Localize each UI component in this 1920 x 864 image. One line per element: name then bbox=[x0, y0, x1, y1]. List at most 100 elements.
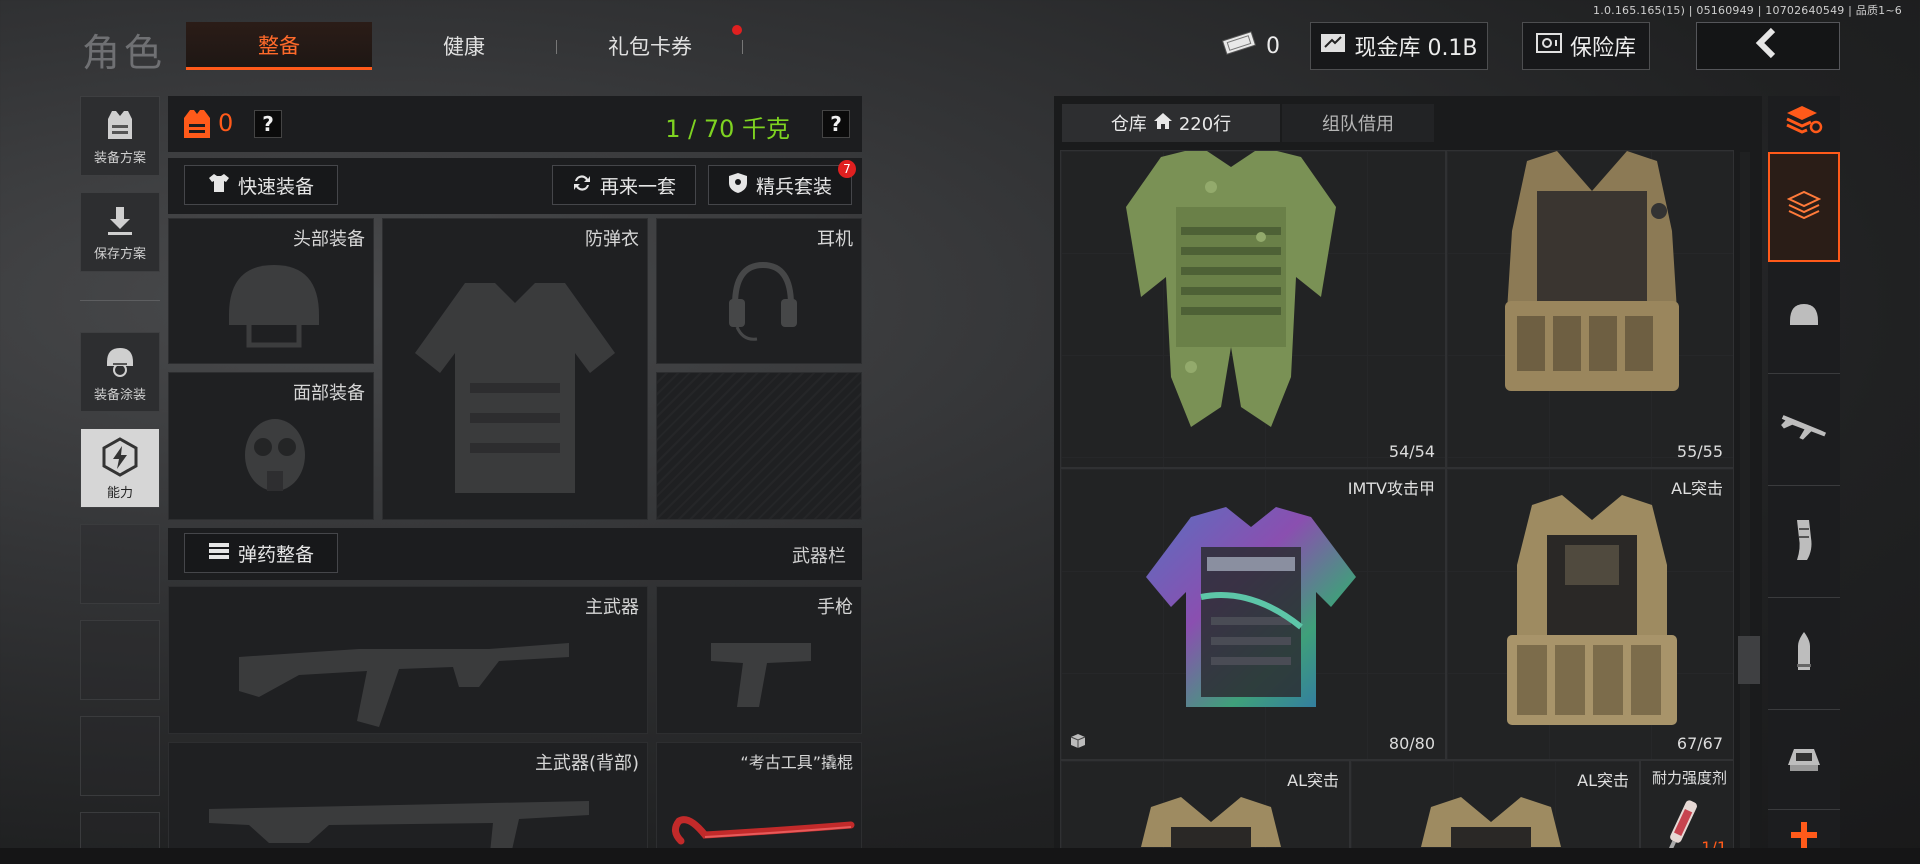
team-borrow-label: 组队借用 bbox=[1322, 114, 1394, 135]
tab-team-borrow[interactable]: 组队借用 bbox=[1282, 104, 1434, 142]
item-name: 耐力强度剂 bbox=[1651, 769, 1727, 787]
quick-equip-button[interactable]: 快速装备 bbox=[184, 165, 338, 205]
tab-label: 整备 bbox=[258, 33, 300, 58]
gas-mask-icon bbox=[235, 413, 315, 507]
back-weapon-slot[interactable]: 主武器(背部) bbox=[168, 742, 648, 864]
primary-weapon-slot[interactable]: 主武器 bbox=[168, 586, 648, 734]
face-gear-slot[interactable]: 面部装备 bbox=[168, 372, 374, 520]
storage-item[interactable]: AL突击 67/67 bbox=[1446, 468, 1734, 760]
tab-warehouse[interactable]: 仓库 220行 bbox=[1062, 104, 1280, 142]
ticket-counter[interactable]: 0 bbox=[1208, 22, 1292, 70]
melee-slot[interactable]: “考古工具”撬棍 bbox=[656, 742, 862, 864]
layers-refresh-icon bbox=[1785, 103, 1823, 139]
body-armor-icon bbox=[405, 273, 625, 507]
home-icon bbox=[1153, 112, 1173, 135]
rail-label: 能力 bbox=[106, 485, 133, 501]
assault-vest-icon bbox=[1487, 495, 1697, 739]
rail-label: 装备方案 bbox=[93, 150, 146, 166]
slot-label: 耳机 bbox=[817, 229, 853, 250]
cash-vault-button[interactable]: 现金库 0.1B bbox=[1310, 22, 1488, 70]
download-icon bbox=[102, 203, 138, 243]
armor-count: 0 bbox=[218, 109, 234, 137]
ammo-bar: 弹药整备 武器栏 bbox=[168, 528, 862, 580]
version-info: 1.0.165.165(15) | 05160949 | 10702640549… bbox=[1593, 4, 1902, 17]
ammo-icon bbox=[208, 542, 230, 565]
item-name: IMTV攻击甲 bbox=[1347, 479, 1435, 498]
helmet-paint-icon bbox=[101, 342, 139, 384]
category-rifle[interactable] bbox=[1768, 374, 1840, 486]
rifle-icon bbox=[239, 617, 579, 731]
bullet-icon bbox=[1792, 630, 1816, 678]
category-ammo[interactable] bbox=[1768, 598, 1840, 710]
ammo-prep-label: 弹药整备 bbox=[237, 543, 314, 566]
warehouse-rows: 220行 bbox=[1178, 114, 1232, 135]
item-durability: 54/54 bbox=[1388, 442, 1435, 461]
safe-vault-button[interactable]: 保险库 bbox=[1522, 22, 1650, 70]
ticket-icon bbox=[1220, 30, 1258, 62]
help-button[interactable]: ? bbox=[254, 110, 282, 138]
empty-gear-slot bbox=[656, 372, 862, 520]
again-label: 再来一套 bbox=[599, 175, 676, 198]
quick-equip-label: 快速装备 bbox=[237, 175, 314, 198]
rail-save-plan[interactable]: 保存方案 bbox=[80, 192, 160, 272]
tab-health[interactable]: 健康 bbox=[372, 22, 556, 70]
item-durability: 67/67 bbox=[1676, 734, 1723, 753]
sight-icon bbox=[1784, 741, 1824, 779]
rail-label: 保存方案 bbox=[93, 246, 146, 262]
back-button[interactable] bbox=[1696, 22, 1840, 70]
headset-slot[interactable]: 耳机 bbox=[656, 218, 862, 364]
category-helmet[interactable] bbox=[1768, 262, 1840, 374]
storage-scrollbar-thumb[interactable] bbox=[1738, 636, 1760, 684]
body-armor-slot[interactable]: 防弹衣 bbox=[382, 218, 648, 520]
category-sort-button[interactable] bbox=[1768, 96, 1840, 146]
weapon-bar-label: 武器栏 bbox=[792, 546, 846, 567]
back-arrow-icon bbox=[1751, 26, 1785, 66]
rail-empty-slot bbox=[80, 716, 160, 796]
cash-icon bbox=[1320, 32, 1346, 60]
rail-ability[interactable]: 能力 bbox=[80, 428, 160, 508]
pistol-slot[interactable]: 手枪 bbox=[656, 586, 862, 734]
loadout-header: 0 ? 1 / 70 千克 ? bbox=[168, 96, 862, 152]
plate-carrier-icon bbox=[1477, 151, 1707, 415]
category-attachment[interactable] bbox=[1768, 710, 1840, 810]
refresh-icon bbox=[572, 173, 592, 198]
slot-label: 头部装备 bbox=[293, 229, 365, 250]
rail-equip-paint[interactable]: 装备涂装 bbox=[80, 332, 160, 412]
page-title: 角色 bbox=[82, 31, 167, 75]
rail-empty-slot bbox=[80, 524, 160, 604]
storage-item[interactable]: IMTV攻击甲 80/80 bbox=[1060, 468, 1446, 760]
helmet-icon bbox=[219, 255, 329, 359]
warehouse-label: 仓库 bbox=[1110, 114, 1147, 135]
all-layers-icon bbox=[1786, 190, 1822, 224]
tab-label: 健康 bbox=[443, 35, 485, 59]
rail-empty-slot bbox=[80, 620, 160, 700]
shirt-icon bbox=[208, 173, 230, 198]
green-armor-icon bbox=[1121, 151, 1341, 441]
storage-item[interactable]: 54/54 bbox=[1060, 150, 1446, 468]
tab-equip[interactable]: 整备 bbox=[186, 22, 372, 70]
item-durability: 80/80 bbox=[1388, 734, 1435, 753]
tab-divider bbox=[742, 40, 743, 54]
slot-label: 面部装备 bbox=[293, 383, 365, 404]
imtv-armor-icon bbox=[1141, 497, 1361, 731]
head-gear-slot[interactable]: 头部装备 bbox=[168, 218, 374, 364]
notification-dot bbox=[732, 25, 742, 35]
bottom-strip bbox=[0, 848, 1920, 864]
ticket-count: 0 bbox=[1266, 33, 1280, 59]
elite-kit-button[interactable]: 精兵套装 bbox=[708, 165, 852, 205]
again-button[interactable]: 再来一套 bbox=[552, 165, 696, 205]
rail-label: 装备涂装 bbox=[93, 387, 146, 403]
category-magazine[interactable] bbox=[1768, 486, 1840, 598]
loadout-toolbar: 快速装备 再来一套 精兵套装 7 bbox=[168, 158, 862, 214]
ammo-prep-button[interactable]: 弹药整备 bbox=[184, 533, 338, 573]
pistol-icon bbox=[707, 635, 817, 719]
rail-divider bbox=[80, 300, 160, 301]
elite-kit-badge: 7 bbox=[838, 160, 856, 178]
storage-scrollbar-track[interactable] bbox=[1740, 152, 1750, 864]
weight-help-button[interactable]: ? bbox=[822, 110, 850, 138]
category-all[interactable] bbox=[1768, 152, 1840, 262]
storage-item[interactable]: 55/55 bbox=[1446, 150, 1734, 468]
tab-gift[interactable]: 礼包卡券 bbox=[557, 22, 743, 70]
slot-label: 防弹衣 bbox=[585, 229, 639, 250]
rail-loadout-plan[interactable]: 装备方案 bbox=[80, 96, 160, 176]
